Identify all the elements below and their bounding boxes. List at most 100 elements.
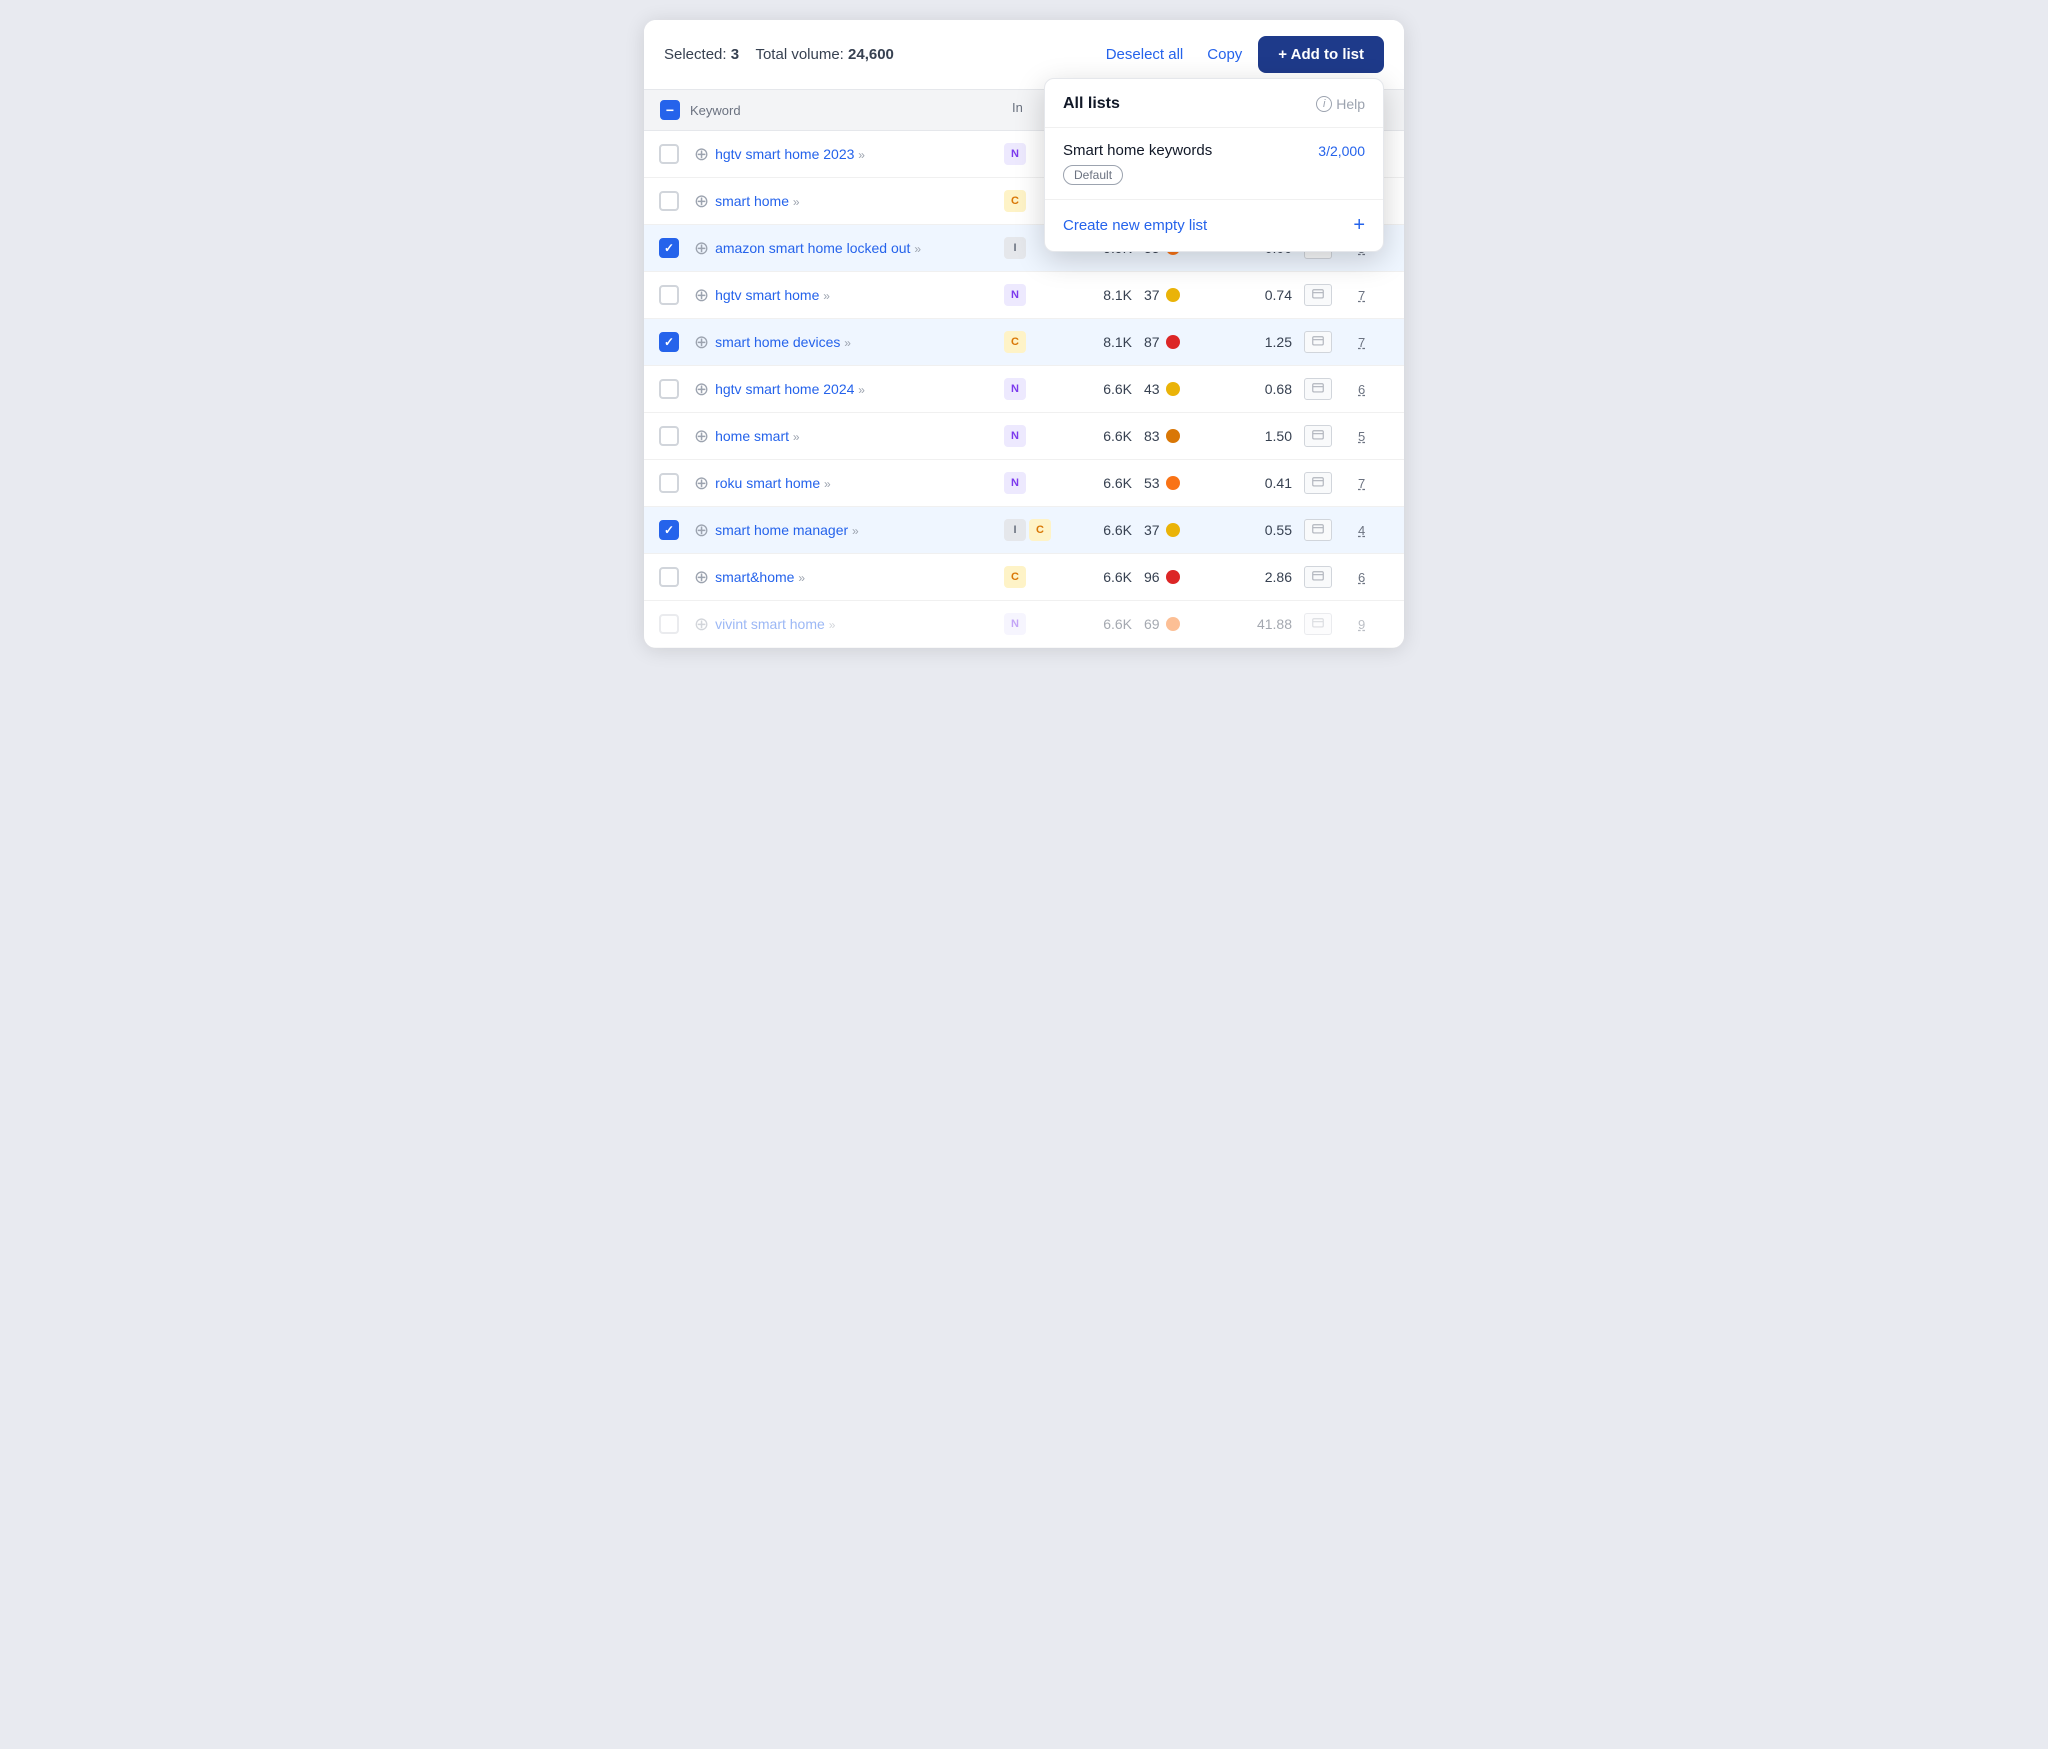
serp-button[interactable] (1304, 472, 1332, 494)
difficulty-dot (1166, 382, 1180, 396)
difficulty-cell: 83 (1144, 428, 1224, 444)
select-all-checkbox[interactable] (660, 100, 680, 120)
difficulty-cell: 37 (1144, 287, 1224, 303)
serp-button[interactable] (1304, 613, 1332, 635)
serp-button[interactable] (1304, 284, 1332, 306)
add-keyword-icon[interactable]: ⊕ (694, 332, 709, 353)
list-item-smart-home-keywords[interactable]: Smart home keywords 3/2,000 Default (1045, 128, 1383, 200)
serp-button[interactable] (1304, 378, 1332, 400)
add-keyword-icon[interactable]: ⊕ (694, 238, 709, 259)
results-cell[interactable]: 4 (1354, 523, 1404, 538)
intent-badge: C (1004, 331, 1026, 353)
add-keyword-icon[interactable]: ⊕ (694, 144, 709, 165)
volume-cell: 6.6K (1064, 616, 1144, 632)
add-keyword-icon[interactable]: ⊕ (694, 520, 709, 541)
help-link[interactable]: i Help (1316, 96, 1365, 112)
difficulty-value: 43 (1144, 381, 1160, 397)
row-checkbox[interactable] (659, 426, 679, 446)
row-checkbox[interactable] (659, 191, 679, 211)
list-count: 3/2,000 (1318, 143, 1365, 159)
results-cell[interactable]: 9 (1354, 617, 1404, 632)
keyword-link[interactable]: smart home manager » (715, 522, 859, 538)
intent-badge: N (1004, 425, 1026, 447)
keyword-link[interactable]: smart home devices » (715, 334, 851, 350)
checkbox-cell (644, 614, 694, 634)
results-cell[interactable]: 5 (1354, 429, 1404, 444)
keyword-link[interactable]: hgtv smart home 2024 » (715, 381, 865, 397)
keyword-arrows-icon: » (793, 195, 800, 209)
deselect-all-button[interactable]: Deselect all (1098, 42, 1192, 67)
add-keyword-icon[interactable]: ⊕ (694, 614, 709, 635)
volume-cell: 6.6K (1064, 569, 1144, 585)
difficulty-value: 69 (1144, 616, 1160, 632)
add-to-list-button[interactable]: + Add to list (1258, 36, 1384, 73)
table-row: ⊕hgtv smart home »N8.1K370.747 (644, 272, 1404, 319)
keyword-arrows-icon: » (844, 336, 851, 350)
table-row: ⊕smart&home »C6.6K962.866 (644, 554, 1404, 601)
row-checkbox[interactable] (659, 238, 679, 258)
row-checkbox[interactable] (659, 144, 679, 164)
keyword-link[interactable]: smart&home » (715, 569, 805, 585)
volume-cell: 6.6K (1064, 428, 1144, 444)
serp-button[interactable] (1304, 566, 1332, 588)
intent-cell: N (1004, 613, 1064, 635)
row-checkbox[interactable] (659, 285, 679, 305)
difficulty-dot (1166, 288, 1180, 302)
keyword-arrows-icon: » (823, 289, 830, 303)
create-new-list-button[interactable]: Create new empty list + (1045, 200, 1383, 251)
keyword-cell: ⊕ vivint smart home » (694, 614, 1004, 635)
add-keyword-icon[interactable]: ⊕ (694, 285, 709, 306)
add-keyword-icon[interactable]: ⊕ (694, 379, 709, 400)
row-checkbox[interactable] (659, 520, 679, 540)
checkbox-cell (644, 379, 694, 399)
keyword-link[interactable]: roku smart home » (715, 475, 831, 491)
intent-badge: N (1004, 143, 1026, 165)
row-checkbox[interactable] (659, 473, 679, 493)
copy-button[interactable]: Copy (1199, 42, 1250, 67)
results-cell[interactable]: 7 (1354, 476, 1404, 491)
row-checkbox[interactable] (659, 614, 679, 634)
results-cell[interactable]: 6 (1354, 570, 1404, 585)
keyword-link[interactable]: home smart » (715, 428, 800, 444)
keyword-arrows-icon: » (829, 618, 836, 632)
checkbox-cell (644, 473, 694, 493)
keyword-arrows-icon: » (798, 571, 805, 585)
difficulty-dot (1166, 523, 1180, 537)
cpc-cell: 41.88 (1224, 616, 1304, 632)
add-keyword-icon[interactable]: ⊕ (694, 567, 709, 588)
add-keyword-icon[interactable]: ⊕ (694, 426, 709, 447)
default-badge: Default (1063, 165, 1123, 185)
results-cell[interactable]: 7 (1354, 288, 1404, 303)
main-container: Selected: 3 Total volume: 24,600 Deselec… (644, 20, 1404, 648)
serp-button[interactable] (1304, 519, 1332, 541)
volume-cell: 6.6K (1064, 522, 1144, 538)
keyword-arrows-icon: » (858, 383, 865, 397)
dropdown-header: All lists i Help (1045, 79, 1383, 128)
row-checkbox[interactable] (659, 567, 679, 587)
results-cell[interactable]: 6 (1354, 382, 1404, 397)
serp-button[interactable] (1304, 425, 1332, 447)
serp-button[interactable] (1304, 331, 1332, 353)
checkbox-cell (644, 191, 694, 211)
keyword-link[interactable]: smart home » (715, 193, 800, 209)
difficulty-cell: 37 (1144, 522, 1224, 538)
keyword-arrows-icon: » (824, 477, 831, 491)
selected-label: Selected: (664, 46, 727, 63)
keyword-link[interactable]: hgtv smart home » (715, 287, 830, 303)
keyword-link[interactable]: vivint smart home » (715, 616, 835, 632)
difficulty-value: 96 (1144, 569, 1160, 585)
keyword-cell: ⊕ hgtv smart home » (694, 285, 1004, 306)
difficulty-cell: 87 (1144, 334, 1224, 350)
difficulty-value: 37 (1144, 287, 1160, 303)
row-checkbox[interactable] (659, 332, 679, 352)
volume-cell: 6.6K (1064, 475, 1144, 491)
keyword-link[interactable]: amazon smart home locked out » (715, 240, 921, 256)
difficulty-value: 37 (1144, 522, 1160, 538)
add-keyword-icon[interactable]: ⊕ (694, 473, 709, 494)
add-keyword-icon[interactable]: ⊕ (694, 191, 709, 212)
keyword-link[interactable]: hgtv smart home 2023 » (715, 146, 865, 162)
checkbox-cell (644, 520, 694, 540)
results-cell[interactable]: 7 (1354, 335, 1404, 350)
table-row: ⊕home smart »N6.6K831.505 (644, 413, 1404, 460)
row-checkbox[interactable] (659, 379, 679, 399)
